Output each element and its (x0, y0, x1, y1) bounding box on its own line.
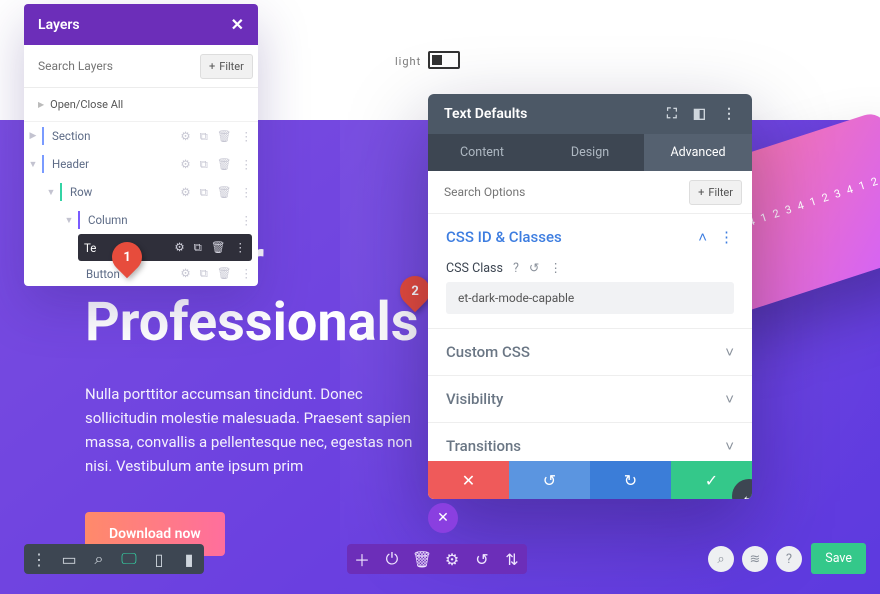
chevron-down-icon: ˅ (725, 390, 734, 408)
layer-header[interactable]: ▼ Header ⚙ ⧉ 🗑 ⋮ (24, 150, 258, 178)
more-icon[interactable]: ⋮ (241, 266, 253, 281)
gear-icon[interactable]: ⚙ (180, 129, 190, 144)
help-icon[interactable]: ? (513, 261, 519, 276)
section-css-id-classes[interactable]: CSS ID & Classes ˄ ⋮ (428, 214, 752, 260)
layer-column[interactable]: ▼ Column ⋮ (24, 206, 258, 234)
duplicate-icon[interactable]: ⧉ (200, 129, 208, 144)
duplicate-icon[interactable]: ⧉ (200, 266, 208, 281)
layers-search-input[interactable] (32, 53, 200, 79)
hero-body: Nulla porttitor accumsan tincidunt. Done… (85, 382, 425, 478)
undo-button[interactable]: ↺ (509, 461, 590, 499)
layer-button[interactable]: Button ⚙ ⧉ 🗑 ⋮ (24, 261, 258, 286)
more-icon[interactable]: ⋮ (719, 228, 734, 246)
tab-advanced[interactable]: Advanced (644, 134, 752, 171)
layers-filter-button[interactable]: + Filter (200, 54, 253, 79)
more-icon[interactable]: ⋮ (235, 240, 247, 255)
trash-icon[interactable]: 🗑 (217, 266, 232, 281)
redo-button[interactable]: ↻ (590, 461, 671, 499)
trash-icon[interactable]: 🗑 (407, 544, 437, 574)
view-toolbar: ⋮ ▭ ⌕ 🖵 ▯ ▮ (24, 544, 204, 574)
trash-icon[interactable]: 🗑 (217, 185, 232, 200)
light-label: light (395, 55, 421, 68)
settings-action-row: ✕ ↺ ↻ ✓ (428, 461, 752, 499)
expand-icon[interactable]: ⛶ (667, 106, 677, 122)
layer-row[interactable]: ▼ Row ⚙ ⧉ 🗑 ⋮ (24, 178, 258, 206)
chevron-down-icon: ˅ (725, 437, 734, 455)
trash-icon[interactable]: 🗑 (211, 240, 226, 255)
reset-icon[interactable]: ↺ (529, 260, 539, 276)
section-transitions[interactable]: Transitions ˅ (428, 423, 752, 461)
section-custom-css[interactable]: Custom CSS ˅ (428, 329, 752, 375)
settings-tabs: Content Design Advanced (428, 134, 752, 171)
trash-icon[interactable]: 🗑 (217, 129, 232, 144)
settings-panel: Text Defaults ⛶ ◧ ⋮ Content Design Advan… (428, 94, 752, 499)
sort-icon[interactable]: ⇅ (497, 544, 527, 574)
more-icon[interactable]: ⋮ (241, 157, 253, 172)
more-icon[interactable]: ⋮ (549, 260, 562, 276)
chevron-right-icon: ▶ (38, 100, 44, 109)
layers-panel: Layers ✕ + Filter ▶ Open/Close All ▶ Sec… (24, 4, 258, 286)
plus-icon: + (698, 186, 704, 199)
power-icon[interactable]: ⏻ (377, 544, 407, 574)
tab-content[interactable]: Content (428, 134, 536, 171)
helper-circles: ⌕ ≋ ? (708, 546, 802, 572)
gear-icon[interactable]: ⚙ (180, 157, 190, 172)
chevron-down-icon: ˅ (725, 343, 734, 361)
cancel-button[interactable]: ✕ (428, 461, 509, 499)
layer-section[interactable]: ▶ Section ⚙ ⧉ 🗑 ⋮ (24, 122, 258, 150)
settings-title: Text Defaults (444, 106, 527, 122)
more-icon[interactable]: ⋮ (722, 106, 736, 122)
layer-text-active[interactable]: Te ⚙ ⧉ 🗑 ⋮ (78, 234, 252, 261)
wireframe-icon[interactable]: ▭ (54, 544, 84, 574)
gear-icon[interactable]: ⚙ (180, 185, 190, 200)
gear-icon[interactable]: ⚙ (174, 240, 184, 255)
light-toggle[interactable] (428, 51, 460, 69)
duplicate-icon[interactable]: ⧉ (194, 240, 202, 255)
builder-toolbar: ＋ ⏻ 🗑 ⚙ ↺ ⇅ (347, 544, 527, 574)
more-icon[interactable]: ⋮ (24, 544, 54, 574)
chevron-right-icon: ▶ (24, 131, 42, 141)
more-icon[interactable]: ⋮ (241, 213, 253, 227)
gear-icon[interactable]: ⚙ (437, 544, 467, 574)
gear-icon[interactable]: ⚙ (180, 266, 190, 281)
more-icon[interactable]: ⋮ (241, 185, 253, 200)
add-icon[interactable]: ＋ (347, 544, 377, 574)
help-icon[interactable]: ? (776, 546, 802, 572)
settings-search-input[interactable] (438, 179, 689, 205)
css-class-label: CSS Class ? ↺ ⋮ (428, 260, 752, 282)
chevron-down-icon: ▼ (42, 187, 60, 198)
close-circle-button[interactable]: ✕ (428, 503, 458, 533)
plus-icon: + (209, 60, 215, 73)
settings-filter-button[interactable]: + Filter (689, 180, 742, 205)
desktop-icon[interactable]: 🖵 (114, 544, 144, 574)
open-close-all[interactable]: ▶ Open/Close All (24, 88, 258, 122)
section-visibility[interactable]: Visibility ˅ (428, 376, 752, 422)
tablet-icon[interactable]: ▯ (144, 544, 174, 574)
settings-header: Text Defaults ⛶ ◧ ⋮ (428, 94, 752, 134)
layers-icon[interactable]: ≋ (742, 546, 768, 572)
duplicate-icon[interactable]: ⧉ (200, 185, 208, 200)
history-icon[interactable]: ↺ (467, 544, 497, 574)
phone-icon[interactable]: ▮ (174, 544, 204, 574)
layers-header: Layers ✕ (24, 4, 258, 45)
zoom-icon[interactable]: ⌕ (84, 544, 114, 574)
trash-icon[interactable]: 🗑 (217, 157, 232, 172)
search-icon[interactable]: ⌕ (708, 546, 734, 572)
chevron-down-icon: ▼ (60, 215, 78, 226)
css-class-input[interactable]: et-dark-mode-capable (446, 282, 734, 314)
layers-title: Layers (38, 17, 80, 33)
panel-icon[interactable]: ◧ (693, 106, 706, 122)
chevron-down-icon: ▼ (24, 159, 42, 170)
more-icon[interactable]: ⋮ (241, 129, 253, 144)
duplicate-icon[interactable]: ⧉ (200, 157, 208, 172)
chevron-up-icon: ˄ (698, 228, 707, 246)
tab-design[interactable]: Design (536, 134, 644, 171)
close-icon[interactable]: ✕ (231, 15, 244, 34)
save-button[interactable]: Save (811, 543, 866, 574)
